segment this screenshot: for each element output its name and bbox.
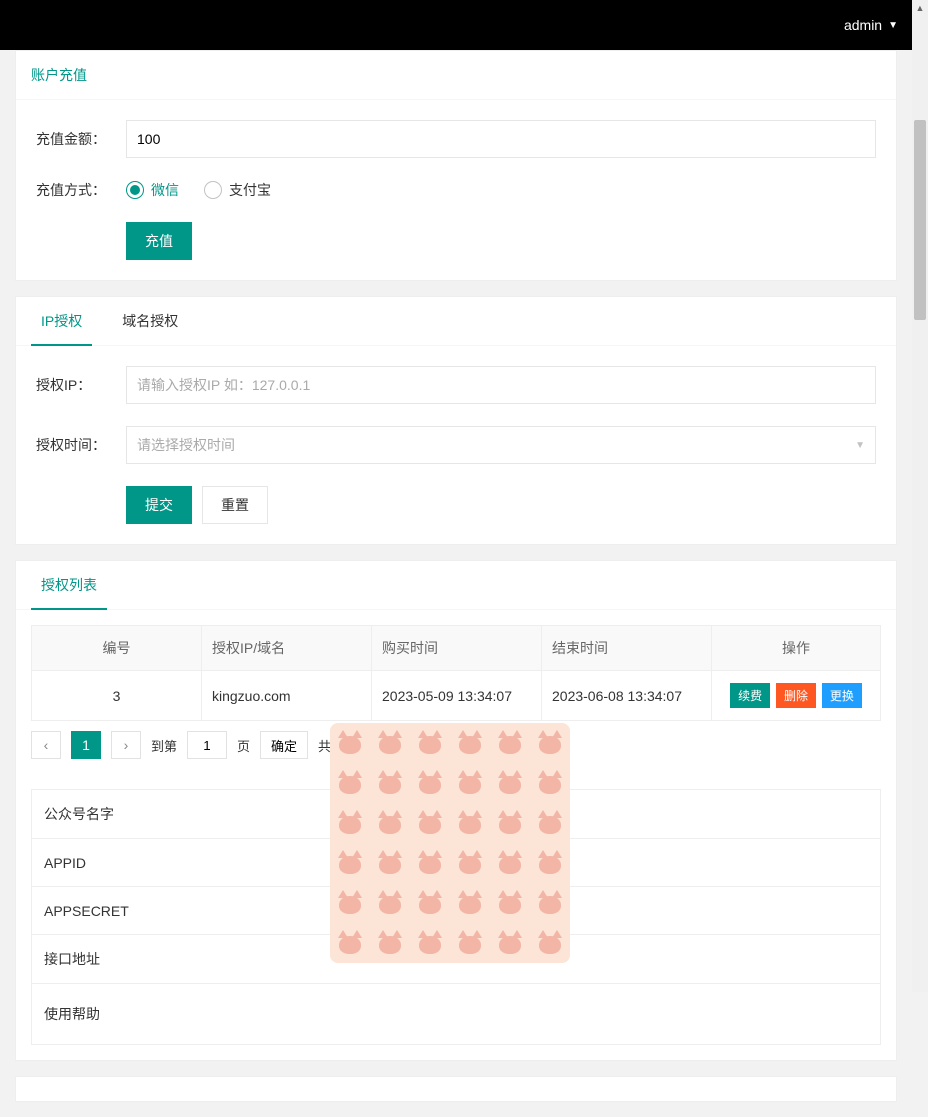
scrollbar[interactable]: ▲ <box>912 0 928 992</box>
pager-goto-label: 到第 <box>151 736 177 755</box>
recharge-card: 账户充值 充值金额： 充值方式： 微信 支付宝 <box>15 50 897 281</box>
radio-dot-icon <box>126 181 144 199</box>
scroll-thumb[interactable] <box>914 120 926 320</box>
cell-buy: 2023-05-09 13:34:07 <box>372 671 542 721</box>
next-card <box>15 1076 897 1102</box>
wechat-label: 微信 <box>151 180 179 200</box>
recharge-button[interactable]: 充值 <box>126 222 192 260</box>
amount-label: 充值金额： <box>36 129 126 149</box>
col-id: 编号 <box>32 626 202 671</box>
pager-page-1[interactable]: 1 <box>71 731 101 759</box>
method-label: 充值方式： <box>36 180 126 200</box>
radio-dot-icon <box>204 181 222 199</box>
table-row: 3 kingzuo.com 2023-05-09 13:34:07 2023-0… <box>32 671 881 721</box>
col-op: 操作 <box>712 626 881 671</box>
reset-button[interactable]: 重置 <box>202 486 268 524</box>
renew-button[interactable]: 续费 <box>730 683 770 708</box>
col-ip: 授权IP/域名 <box>202 626 372 671</box>
pager-page-input[interactable] <box>187 731 227 759</box>
pager-confirm[interactable]: 确定 <box>260 731 308 759</box>
auth-time-label: 授权时间： <box>36 435 126 455</box>
cell-ops: 续费 删除 更换 <box>712 671 881 721</box>
qrcode-image: (function(){ var host = document.current… <box>330 723 570 963</box>
pager-prev[interactable]: ‹ <box>31 731 61 759</box>
scroll-up-icon[interactable]: ▲ <box>912 0 928 16</box>
tab-ip-auth[interactable]: IP授权 <box>31 297 92 345</box>
list-title: 授权列表 <box>31 561 107 609</box>
triangle-down-icon: ▼ <box>855 440 865 451</box>
pager-page-unit: 页 <box>237 736 250 755</box>
alipay-label: 支付宝 <box>229 180 271 200</box>
col-buy: 购买时间 <box>372 626 542 671</box>
recharge-title: 账户充值 <box>16 51 896 100</box>
auth-table: 编号 授权IP/域名 购买时间 结束时间 操作 3 kingzuo.com 20… <box>31 625 881 721</box>
radio-wechat[interactable]: 微信 <box>126 180 179 200</box>
table-header-row: 编号 授权IP/域名 购买时间 结束时间 操作 <box>32 626 881 671</box>
auth-ip-label: 授权IP： <box>36 375 126 395</box>
info-row-help: 使用帮助 <box>32 984 880 1044</box>
cell-id: 3 <box>32 671 202 721</box>
delete-button[interactable]: 删除 <box>776 683 816 708</box>
radio-alipay[interactable]: 支付宝 <box>204 180 271 200</box>
auth-card: IP授权 域名授权 授权IP： 授权时间： 请选择授权时间 ▼ <box>15 296 897 545</box>
col-end: 结束时间 <box>542 626 712 671</box>
select-placeholder: 请选择授权时间 <box>137 435 235 455</box>
auth-ip-input[interactable] <box>126 366 876 404</box>
user-dropdown[interactable]: admin ▼ <box>844 17 898 33</box>
cell-end: 2023-06-08 13:34:07 <box>542 671 712 721</box>
topbar: admin ▼ <box>0 0 928 50</box>
next-title <box>16 1077 896 1102</box>
auth-tabs: IP授权 域名授权 <box>16 297 896 346</box>
auth-time-select[interactable]: 请选择授权时间 ▼ <box>126 426 876 464</box>
list-tabs: 授权列表 <box>16 561 896 610</box>
tab-domain-auth[interactable]: 域名授权 <box>112 297 188 345</box>
username: admin <box>844 17 882 33</box>
replace-button[interactable]: 更换 <box>822 683 862 708</box>
amount-input[interactable] <box>126 120 876 158</box>
chevron-down-icon: ▼ <box>888 20 898 31</box>
cell-ip: kingzuo.com <box>202 671 372 721</box>
submit-button[interactable]: 提交 <box>126 486 192 524</box>
pager-next[interactable]: › <box>111 731 141 759</box>
